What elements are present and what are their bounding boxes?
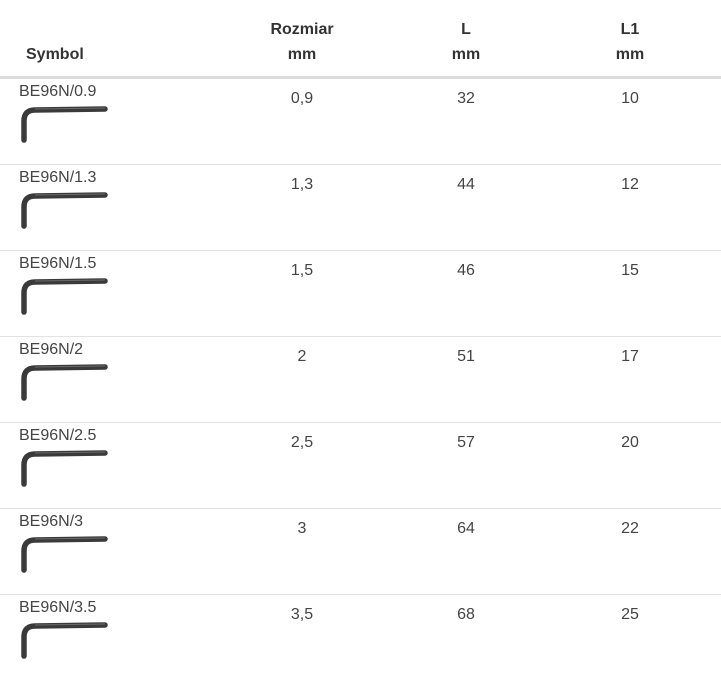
hex-key-icon	[21, 106, 108, 143]
length-l-cell: 57	[457, 434, 475, 451]
table-row: BE96N/2.5 2,5 57 20	[0, 423, 721, 509]
length-l-cell: 68	[457, 606, 475, 623]
length-l1-cell: 12	[621, 176, 639, 193]
length-l1-cell: 25	[621, 606, 639, 623]
length-l1-cell: 22	[621, 520, 639, 537]
column-header-rozmiar: Rozmiar mm	[270, 21, 334, 63]
symbol-cell: BE96N/3	[19, 513, 84, 530]
length-l1-cell: 20	[621, 434, 639, 451]
symbol-cell: BE96N/2.5	[19, 427, 97, 444]
column-header-l: L mm	[451, 21, 481, 63]
symbol-cell: BE96N/1.3	[19, 169, 97, 186]
table-row: BE96N/1.3 1,3 44 12	[0, 165, 721, 251]
column-header-l1: L1 mm	[615, 21, 645, 63]
symbol-cell: BE96N/1.5	[19, 255, 97, 272]
length-l-cell: 46	[457, 262, 475, 279]
table-row: BE96N/3 3 64 22	[0, 509, 721, 595]
rozmiar-cell: 3	[297, 520, 307, 537]
rozmiar-cell: 0,9	[290, 90, 314, 107]
rozmiar-cell: 3,5	[290, 606, 314, 623]
length-l-cell: 64	[457, 520, 475, 537]
hex-key-icon	[21, 192, 108, 229]
hex-key-icon	[21, 278, 108, 315]
hex-key-icon	[21, 450, 108, 487]
rozmiar-cell: 2,5	[290, 434, 314, 451]
rozmiar-cell: 1,5	[290, 262, 314, 279]
symbol-cell: BE96N/0.9	[19, 83, 97, 100]
table-header: Symbol Rozmiar mm L mm L1 mm	[0, 0, 721, 79]
table-row: BE96N/0.9 0,9 32 10	[0, 79, 721, 165]
hex-key-icon	[21, 622, 108, 659]
rozmiar-cell: 1,3	[290, 176, 314, 193]
length-l-cell: 44	[457, 176, 475, 193]
length-l1-cell: 15	[621, 262, 639, 279]
length-l1-cell: 17	[621, 348, 639, 365]
table-row: BE96N/3.5 3,5 68 25	[0, 595, 721, 680]
column-header-symbol: Symbol	[26, 46, 84, 63]
symbol-cell: BE96N/2	[19, 341, 84, 358]
rozmiar-cell: 2	[297, 348, 307, 365]
hex-key-icon	[21, 536, 108, 573]
table-row: BE96N/1.5 1,5 46 15	[0, 251, 721, 337]
length-l-cell: 51	[457, 348, 475, 365]
length-l-cell: 32	[457, 90, 475, 107]
length-l1-cell: 10	[621, 90, 639, 107]
table-row: BE96N/2 2 51 17	[0, 337, 721, 423]
product-spec-table: Symbol Rozmiar mm L mm L1 mm BE96N/0.9 0…	[0, 0, 721, 680]
symbol-cell: BE96N/3.5	[19, 599, 97, 616]
table-body: BE96N/0.9 0,9 32 10 BE96N/1.3 1,3 44 12 …	[0, 79, 721, 680]
hex-key-icon	[21, 364, 108, 401]
